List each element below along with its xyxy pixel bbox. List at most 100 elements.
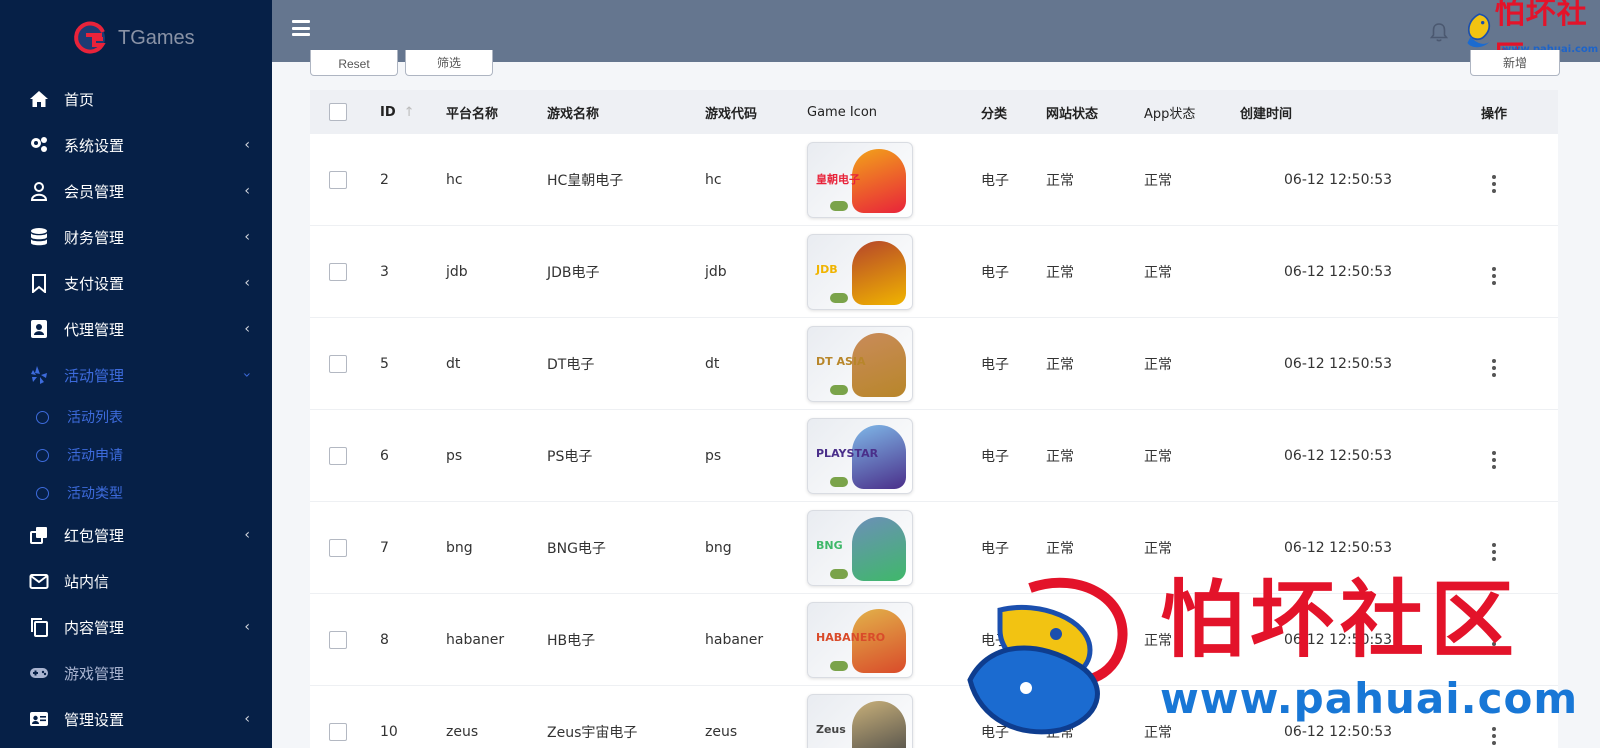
sidebar-item-activities[interactable]: 活动管理 ‹: [0, 352, 272, 398]
row-checkbox[interactable]: [329, 630, 347, 649]
table-row[interactable]: 8 habaner HB电子 habaner HABANERO 电子 正常 正常…: [310, 594, 1558, 686]
table-row[interactable]: 7 bng BNG电子 bng BNG 电子 正常 正常 06-12 12:50…: [310, 502, 1558, 594]
header-game-icon: Game Icon: [807, 104, 878, 120]
sidebar-item-agents[interactable]: 代理管理 ‹: [0, 306, 272, 352]
bell-icon[interactable]: [1429, 22, 1449, 42]
row-more-actions-icon[interactable]: [1492, 542, 1496, 561]
sidebar-subitem-activity-list[interactable]: 活动列表: [0, 398, 272, 436]
game-logo-text: HABANERO: [816, 630, 886, 644]
row-checkbox[interactable]: [329, 446, 347, 465]
game-logo-text: 皇朝电子: [816, 172, 860, 186]
cell-actions: [1470, 351, 1558, 377]
row-checkbox[interactable]: [329, 262, 347, 281]
row-more-actions-icon[interactable]: [1492, 266, 1496, 285]
table-row[interactable]: 2 hc HC皇朝电子 hc 皇朝电子 电子 正常 正常 06-12 12:50…: [310, 134, 1558, 226]
sidebar-item-finance[interactable]: 财务管理 ‹: [0, 214, 272, 260]
add-new-button[interactable]: 新增: [1470, 50, 1560, 76]
cell-game-name: HB电子: [547, 632, 596, 649]
select-all-checkbox[interactable]: [329, 103, 347, 121]
reset-button[interactable]: Reset: [310, 50, 398, 76]
games-table: ID ↑ 平台名称 游戏名称 游戏代码 Game Icon 分类 网站状态 App…: [310, 90, 1558, 748]
cell-game-code: bng: [705, 539, 732, 556]
sidebar-subitem-activity-types[interactable]: 活动类型: [0, 474, 272, 512]
row-select-cell[interactable]: [310, 538, 380, 557]
row-checkbox[interactable]: [329, 170, 347, 189]
chevron-left-icon: ‹: [244, 321, 250, 337]
sidebar-item-red-packets[interactable]: 红包管理 ‹: [0, 512, 272, 558]
game-decoration-image: [830, 200, 848, 211]
cell-created-time: 06-12 12:50:53: [1284, 723, 1393, 740]
cell-created-time: 06-12 12:50:53: [1284, 355, 1393, 372]
row-more-actions-icon[interactable]: [1492, 726, 1496, 745]
chevron-left-icon: ‹: [244, 137, 250, 153]
row-select-cell[interactable]: [310, 630, 380, 649]
cell-created-time: 06-12 12:50:53: [1284, 171, 1393, 188]
cell-app-status: 正常: [1144, 448, 1172, 465]
table-row[interactable]: 5 dt DT电子 dt DT ASIA 电子 正常 正常 06-12 12:5…: [310, 318, 1558, 410]
game-thumbnail[interactable]: BNG: [807, 509, 913, 586]
header-web-status: 网站状态: [1046, 106, 1099, 122]
filter-button[interactable]: 筛选: [405, 50, 493, 76]
header-category: 分类: [981, 106, 1008, 122]
row-more-actions-icon[interactable]: [1492, 358, 1496, 377]
row-more-actions-icon[interactable]: [1492, 450, 1496, 469]
cell-web-status: 正常: [1046, 356, 1074, 373]
table-row[interactable]: 6 ps PS电子 ps PLAYSTAR 电子 正常 正常 06-12 12:…: [310, 410, 1558, 502]
header-game-code: 游戏代码: [705, 106, 758, 122]
header-actions: 操作: [1480, 106, 1507, 122]
cell-game-icon: BNG: [807, 509, 981, 586]
cell-app-status: 正常: [1144, 540, 1172, 557]
header-game-name: 游戏名称: [547, 106, 600, 122]
game-thumbnail[interactable]: Zeus: [807, 693, 913, 748]
game-decoration-image: [830, 292, 848, 303]
sidebar-item-admin-settings[interactable]: 管理设置 ‹: [0, 696, 272, 742]
copy-icon: [28, 616, 50, 638]
sidebar-item-games[interactable]: 游戏管理: [0, 650, 272, 696]
cell-game-code: hc: [705, 171, 722, 188]
game-thumbnail[interactable]: 皇朝电子: [807, 141, 913, 218]
sidebar-item-members[interactable]: 会员管理 ‹: [0, 168, 272, 214]
cell-app-status: 正常: [1144, 724, 1172, 741]
sidebar-subitem-activity-applications[interactable]: 活动申请: [0, 436, 272, 474]
table-row[interactable]: 3 jdb JDB电子 jdb JDB 电子 正常 正常 06-12 12:50…: [310, 226, 1558, 318]
row-checkbox[interactable]: [329, 354, 347, 373]
chevron-left-icon: ‹: [244, 229, 250, 245]
game-logo-text: JDB: [816, 262, 838, 276]
brand[interactable]: TGames: [0, 0, 272, 76]
game-thumbnail[interactable]: PLAYSTAR: [807, 417, 913, 494]
game-thumbnail[interactable]: DT ASIA: [807, 325, 913, 402]
row-select-cell[interactable]: [310, 354, 380, 373]
sidebar-item-system-settings[interactable]: 系统设置 ‹: [0, 122, 272, 168]
header-created-time: 创建时间: [1240, 106, 1293, 122]
row-more-actions-icon[interactable]: [1492, 634, 1496, 653]
cell-platform: bng: [446, 539, 473, 556]
header-select-all[interactable]: [310, 103, 380, 121]
header-id[interactable]: ID ↑: [380, 105, 446, 120]
cell-platform: jdb: [446, 263, 468, 280]
chevron-left-icon: ‹: [244, 711, 250, 727]
sort-arrow-up-icon[interactable]: ↑: [404, 105, 415, 120]
contact-card-icon: [28, 318, 50, 340]
clone-icon: [28, 524, 50, 546]
header-platform: 平台名称: [446, 106, 499, 122]
hamburger-menu-icon[interactable]: [292, 20, 310, 36]
row-select-cell[interactable]: [310, 262, 380, 281]
cell-game-icon: Zeus: [807, 693, 981, 748]
row-select-cell[interactable]: [310, 722, 380, 741]
row-checkbox[interactable]: [329, 538, 347, 557]
row-select-cell[interactable]: [310, 170, 380, 189]
sidebar-item-home[interactable]: 首页: [0, 76, 272, 122]
row-select-cell[interactable]: [310, 446, 380, 465]
sidebar-item-content[interactable]: 内容管理 ‹: [0, 604, 272, 650]
sidebar-item-messages[interactable]: 站内信: [0, 558, 272, 604]
game-thumbnail[interactable]: HABANERO: [807, 601, 913, 678]
cell-game-code: habaner: [705, 631, 764, 648]
tgames-logo-icon: [72, 20, 108, 56]
sidebar-item-label: 站内信: [64, 572, 110, 591]
cell-id: 2: [380, 171, 389, 188]
table-row[interactable]: 10 zeus Zeus宇宙电子 zeus Zeus 电子 正常 正常 06-1…: [310, 686, 1558, 748]
sidebar-item-payment[interactable]: 支付设置 ‹: [0, 260, 272, 306]
row-checkbox[interactable]: [329, 722, 347, 741]
game-thumbnail[interactable]: JDB: [807, 233, 913, 310]
row-more-actions-icon[interactable]: [1492, 174, 1496, 193]
